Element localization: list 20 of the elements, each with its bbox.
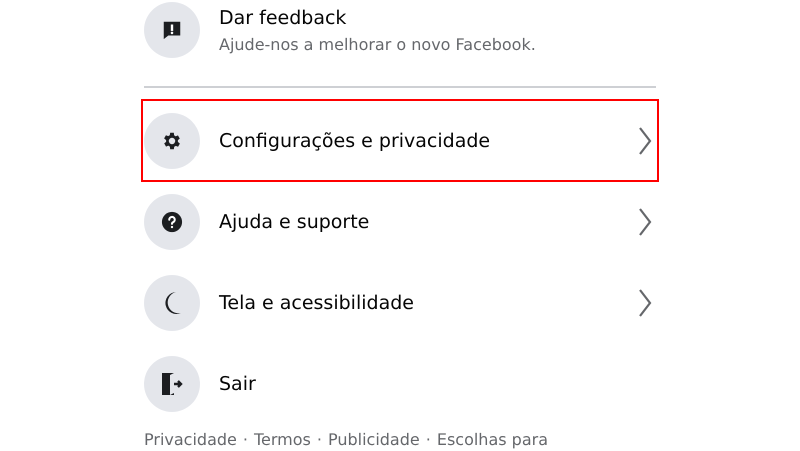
footer-link[interactable]: Escolhas para [436, 430, 548, 449]
exit-icon [160, 370, 184, 396]
separator: · [316, 430, 322, 449]
separator: · [426, 430, 431, 449]
help-icon [161, 210, 183, 232]
feedback-subtitle: Ajude-nos a melhorar o novo Facebook. [219, 35, 536, 55]
menu-label: Tela e acessibilidade [219, 292, 415, 314]
menu-item[interactable]: Ajuda e suporte [142, 181, 658, 262]
menu-label: Ajuda e suporte [219, 210, 370, 232]
menu-label: Configurações e privacidade [219, 130, 492, 152]
footer-link[interactable]: Publicidade [328, 430, 420, 449]
footer-link[interactable]: Privacidade [144, 430, 237, 449]
separator: · [242, 430, 248, 449]
menu-label: Sair [219, 372, 257, 394]
feedback-icon [161, 19, 183, 41]
menu-item[interactable]: Sair [142, 343, 658, 424]
menu-item[interactable]: Tela e acessibilidade [142, 262, 658, 343]
footer-link[interactable]: Termos [254, 430, 311, 449]
feedback-title[interactable]: Dar feedback [219, 7, 536, 29]
menu-item[interactable]: Configurações e privacidade [142, 100, 658, 181]
